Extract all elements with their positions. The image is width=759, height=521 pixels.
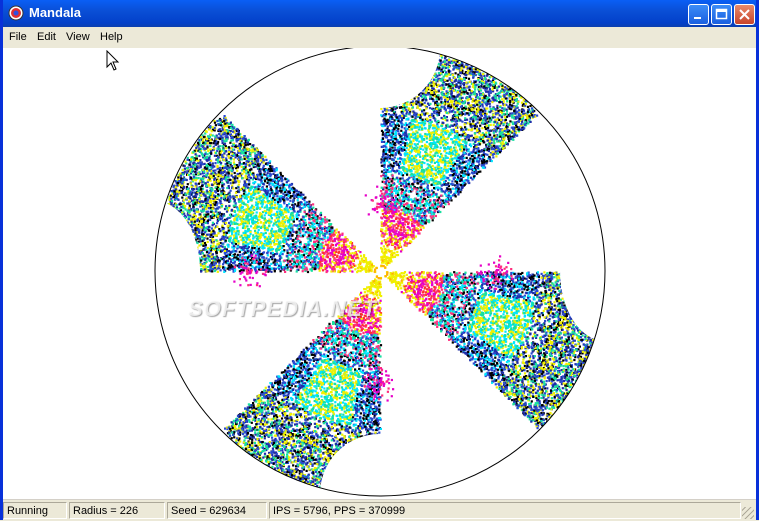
mouse-cursor-icon xyxy=(106,50,120,72)
resize-grip[interactable] xyxy=(742,507,754,519)
window-title: Mandala xyxy=(29,5,81,20)
title-bar[interactable]: Mandala xyxy=(3,0,756,27)
menu-help[interactable]: Help xyxy=(100,31,123,43)
minimize-button[interactable] xyxy=(688,4,709,25)
status-radius: Radius = 226 xyxy=(69,502,165,519)
close-button[interactable] xyxy=(734,4,755,25)
app-window: Mandala File Edit View Help xyxy=(0,0,759,520)
status-rates: IPS = 5796, PPS = 370999 xyxy=(269,502,741,519)
mandala-app-icon xyxy=(8,5,24,21)
mandala-image xyxy=(3,48,756,499)
status-bar: Running Radius = 226 Seed = 629634 IPS =… xyxy=(3,499,756,521)
maximize-icon xyxy=(712,5,731,24)
menu-view[interactable]: View xyxy=(66,31,90,43)
minimize-icon xyxy=(689,5,708,24)
menu-file[interactable]: File xyxy=(9,31,27,43)
watermark-text: SOFTPEDIA.NET xyxy=(188,296,377,322)
menu-bar: File Edit View Help xyxy=(3,27,756,49)
maximize-button[interactable] xyxy=(711,4,732,25)
menu-edit[interactable]: Edit xyxy=(37,31,56,43)
status-state: Running xyxy=(3,502,67,519)
close-icon xyxy=(735,5,754,24)
status-seed: Seed = 629634 xyxy=(167,502,267,519)
mandala-canvas[interactable]: SOFTPEDIA.NET xyxy=(3,48,756,499)
